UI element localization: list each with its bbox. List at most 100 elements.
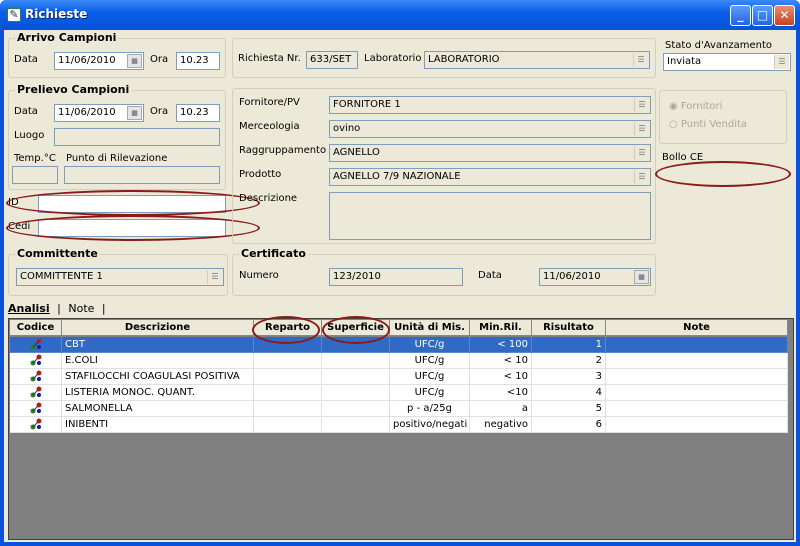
codice-cell[interactable] <box>10 369 62 385</box>
codice-cell[interactable] <box>10 417 62 433</box>
analisi-table[interactable]: Codice Descrizione Reparto Superficie Unità … <box>8 318 794 540</box>
radio-fornitori[interactable]: ◉ Fornitori <box>669 101 722 112</box>
ris-cell[interactable]: 6 <box>532 417 606 433</box>
prelievo-time-field[interactable]: 10.23 <box>176 104 220 122</box>
richiesta-nr-field[interactable]: 633/SET <box>306 51 358 69</box>
minimize-button[interactable]: _ <box>730 5 751 26</box>
superficie-cell[interactable] <box>322 353 390 369</box>
table-row[interactable]: SALMONELLA p - a/25g a 5 <box>10 401 788 417</box>
maximize-button[interactable]: □ <box>752 5 773 26</box>
dropdown-icon[interactable]: ☰ <box>633 53 648 67</box>
prelievo-date-field[interactable]: 11/06/2010 ▦ <box>54 104 144 122</box>
note-cell[interactable] <box>606 337 788 353</box>
column-header[interactable]: Descrizione <box>62 320 254 336</box>
reparto-cell[interactable] <box>254 401 322 417</box>
unita-cell[interactable]: UFC/g <box>390 353 470 369</box>
codice-cell[interactable] <box>10 353 62 369</box>
column-header[interactable]: Note <box>606 320 788 336</box>
descr-cell[interactable]: STAFILOCCHI COAGULASI POSITIVA <box>62 369 254 385</box>
unita-cell[interactable]: UFC/g <box>390 337 470 353</box>
dropdown-icon[interactable]: ☰ <box>634 170 649 184</box>
prodotto-field[interactable]: AGNELLO 7/9 NAZIONALE ☰ <box>329 168 651 186</box>
merceologia-value: ovino <box>333 123 361 134</box>
tipo-group <box>659 90 787 144</box>
title-bar[interactable]: ✎ Richieste _ □ ✕ <box>0 0 800 30</box>
unita-cell[interactable]: positivo/negati <box>390 417 470 433</box>
fornitore-field[interactable]: FORNITORE 1 ☰ <box>329 96 651 114</box>
superficie-cell[interactable] <box>322 417 390 433</box>
close-button[interactable]: ✕ <box>774 5 795 26</box>
ris-cell[interactable]: 4 <box>532 385 606 401</box>
arrivo-time-field[interactable]: 10.23 <box>176 52 220 70</box>
raggruppamento-field[interactable]: AGNELLO ☰ <box>329 144 651 162</box>
superficie-cell[interactable] <box>322 369 390 385</box>
descr-cell[interactable]: INIBENTI <box>62 417 254 433</box>
column-header[interactable]: Risultato <box>532 320 606 336</box>
temp-field[interactable] <box>12 166 58 184</box>
punto-field[interactable] <box>64 166 220 184</box>
radio-punti-vendita[interactable]: ○ Punti Vendita <box>669 119 747 130</box>
dropdown-icon[interactable]: ☰ <box>774 55 789 69</box>
codice-cell[interactable] <box>10 337 62 353</box>
ris-cell[interactable]: 2 <box>532 353 606 369</box>
descrizione-field[interactable] <box>329 192 651 240</box>
codice-cell[interactable] <box>10 401 62 417</box>
table-row[interactable]: STAFILOCCHI COAGULASI POSITIVA UFC/g < 10 3 <box>10 369 788 385</box>
min-cell[interactable]: a <box>470 401 532 417</box>
tab-analisi[interactable]: Analisi <box>8 302 50 315</box>
min-cell[interactable]: < 100 <box>470 337 532 353</box>
min-cell[interactable]: < 10 <box>470 353 532 369</box>
min-cell[interactable]: <10 <box>470 385 532 401</box>
table-row[interactable]: E.COLI UFC/g < 10 2 <box>10 353 788 369</box>
reparto-cell[interactable] <box>254 385 322 401</box>
numero-field[interactable]: 123/2010 <box>329 268 463 286</box>
unita-cell[interactable]: UFC/g <box>390 369 470 385</box>
merceologia-field[interactable]: ovino ☰ <box>329 120 651 138</box>
superficie-cell[interactable] <box>322 401 390 417</box>
column-header[interactable]: Codice <box>10 320 62 336</box>
calendar-icon[interactable]: ▦ <box>634 270 649 284</box>
cert-date-field[interactable]: 11/06/2010 ▦ <box>539 268 651 286</box>
reparto-cell[interactable] <box>254 353 322 369</box>
descr-cell[interactable]: E.COLI <box>62 353 254 369</box>
tab-note[interactable]: Note <box>68 302 94 315</box>
superficie-cell[interactable] <box>322 385 390 401</box>
dropdown-icon[interactable]: ☰ <box>634 98 649 112</box>
table-row[interactable]: INIBENTI positivo/negati negativo 6 <box>10 417 788 433</box>
reparto-cell[interactable] <box>254 417 322 433</box>
committente-field[interactable]: COMMITTENTE 1 ☰ <box>16 268 224 286</box>
ris-cell[interactable]: 1 <box>532 337 606 353</box>
min-cell[interactable]: < 10 <box>470 369 532 385</box>
descr-cell[interactable]: CBT <box>62 337 254 353</box>
note-cell[interactable] <box>606 369 788 385</box>
note-cell[interactable] <box>606 353 788 369</box>
ris-cell[interactable]: 5 <box>532 401 606 417</box>
column-header[interactable]: Min.Ril. <box>470 320 532 336</box>
committente-title: Committente <box>15 247 100 260</box>
note-cell[interactable] <box>606 385 788 401</box>
note-cell[interactable] <box>606 417 788 433</box>
table-row[interactable]: LISTERIA MONOC. QUANT. UFC/g <10 4 <box>10 385 788 401</box>
ris-cell[interactable]: 3 <box>532 369 606 385</box>
laboratorio-field[interactable]: LABORATORIO ☰ <box>424 51 650 69</box>
stato-field[interactable]: Inviata ☰ <box>663 53 791 71</box>
reparto-cell[interactable] <box>254 369 322 385</box>
punto-label: Punto di Rilevazione <box>66 153 168 164</box>
luogo-field[interactable] <box>54 128 220 146</box>
column-header[interactable]: Unità di Mis. <box>390 320 470 336</box>
min-cell[interactable]: negativo <box>470 417 532 433</box>
calendar-icon[interactable]: ▦ <box>127 106 142 120</box>
unita-cell[interactable]: p - a/25g <box>390 401 470 417</box>
unita-cell[interactable]: UFC/g <box>390 385 470 401</box>
codice-cell[interactable] <box>10 385 62 401</box>
calendar-icon[interactable]: ▦ <box>127 54 142 68</box>
descr-cell[interactable]: LISTERIA MONOC. QUANT. <box>62 385 254 401</box>
dropdown-icon[interactable]: ☰ <box>207 270 222 284</box>
note-cell[interactable] <box>606 401 788 417</box>
arrivo-date-field[interactable]: 11/06/2010 ▦ <box>54 52 144 70</box>
dropdown-icon[interactable]: ☰ <box>634 146 649 160</box>
app-icon: ✎ <box>7 8 21 22</box>
descr-cell[interactable]: SALMONELLA <box>62 401 254 417</box>
dropdown-icon[interactable]: ☰ <box>634 122 649 136</box>
table-row[interactable]: CBT UFC/g < 100 1 <box>10 337 788 353</box>
